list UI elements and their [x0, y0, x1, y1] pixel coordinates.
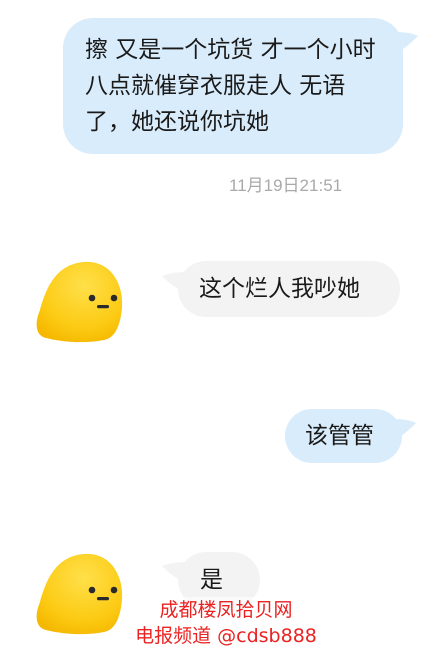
- message-bubble-outgoing[interactable]: 擦 又是一个坑货 才一个小时八点就催穿衣服走人 无语了，她还说你坑她: [63, 18, 403, 154]
- yellow-blob-emoji-icon[interactable]: [34, 258, 124, 344]
- yellow-blob-emoji-icon[interactable]: [34, 550, 124, 636]
- message-text: 该管管: [305, 423, 374, 449]
- watermark-line-1: 成都楼凤拾贝网: [159, 599, 293, 621]
- message-bubble-outgoing[interactable]: 该管管: [285, 409, 402, 463]
- chat-window: 擦 又是一个坑货 才一个小时八点就催穿衣服走人 无语了，她还说你坑她 11月19…: [0, 0, 446, 650]
- watermark: 成都楼凤拾贝网 电报频道 @cdsb888: [128, 597, 324, 649]
- bubble-tail: [396, 32, 418, 52]
- message-text: 是: [200, 567, 223, 593]
- message-bubble-incoming[interactable]: 这个烂人我吵她: [178, 261, 400, 317]
- bubble-tail: [394, 419, 416, 439]
- watermark-line-2: 电报频道 @cdsb888: [135, 625, 317, 647]
- message-timestamp: 11月19日21:51: [229, 176, 343, 195]
- message-text: 擦 又是一个坑货 才一个小时八点就催穿衣服走人 无语了，她还说你坑她: [85, 37, 376, 135]
- message-text: 这个烂人我吵她: [199, 276, 360, 302]
